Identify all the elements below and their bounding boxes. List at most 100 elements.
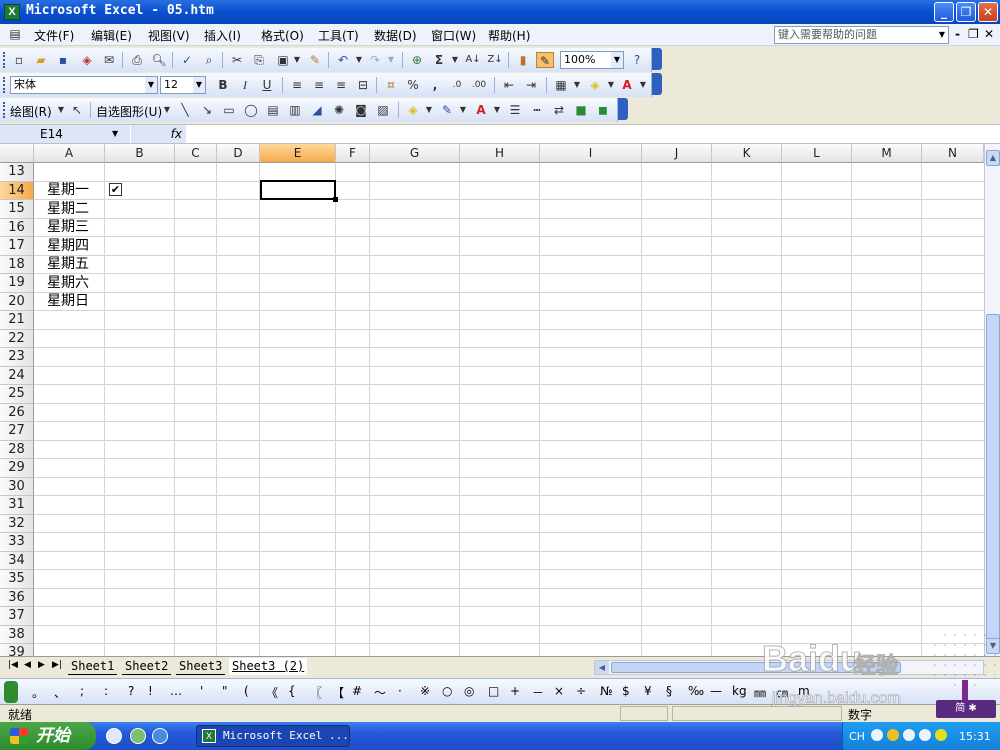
print-icon[interactable]: ⎙	[128, 52, 146, 68]
doc-close-button[interactable]: ✕	[984, 27, 994, 41]
line-icon[interactable]: ╲	[176, 102, 194, 118]
symbol-button[interactable]: —	[710, 684, 722, 698]
align-left-icon[interactable]: ≡	[288, 77, 306, 93]
copy-icon[interactable]: ⎘	[250, 52, 268, 68]
3d-style-icon[interactable]: ◼	[594, 102, 612, 118]
column-header-g[interactable]: G	[370, 144, 460, 163]
column-header-a[interactable]: A	[34, 144, 105, 163]
row-header-38[interactable]: 38	[0, 625, 34, 644]
symbol-button[interactable]: +	[510, 684, 520, 698]
row-header-39[interactable]: 39	[0, 644, 34, 656]
tray-arrow-icon[interactable]	[871, 729, 883, 741]
sheet-tab-sheet3[interactable]: Sheet3	[176, 658, 226, 675]
cell-a18[interactable]: 星期五	[47, 255, 89, 273]
toolbar-options-icon[interactable]	[618, 98, 628, 120]
symbol-button[interactable]: ¥	[644, 684, 652, 698]
column-header-k[interactable]: K	[712, 144, 782, 163]
symbol-button[interactable]: (	[244, 684, 249, 698]
language-indicator[interactable]: CH	[849, 730, 865, 743]
tray-shield-icon[interactable]	[903, 729, 915, 741]
comma-style-button[interactable]: ,	[426, 77, 444, 93]
row-header-27[interactable]: 27	[0, 422, 34, 441]
column-header-e[interactable]: E	[260, 144, 336, 163]
chevron-down-icon[interactable]: ▼	[288, 52, 306, 68]
row-header-22[interactable]: 22	[0, 329, 34, 348]
symbol-button[interactable]: ㎜	[754, 684, 766, 701]
font-select[interactable]: 宋体 ▼	[10, 76, 158, 94]
symbol-button[interactable]: m	[798, 684, 810, 698]
chevron-down-icon[interactable]: ▼	[488, 102, 506, 118]
tray-user-icon[interactable]	[887, 729, 899, 741]
insert-function-icon[interactable]: fx	[131, 125, 186, 143]
new-icon[interactable]: ▫	[10, 52, 28, 68]
menu-view[interactable]: 视图(V)	[148, 27, 190, 44]
row-header-30[interactable]: 30	[0, 477, 34, 496]
cell-a20[interactable]: 星期日	[47, 292, 89, 310]
merge-center-icon[interactable]: ⊟	[354, 77, 372, 93]
symbol-button[interactable]: ;	[80, 684, 84, 698]
help-question-box[interactable]: 键入需要帮助的问题 ▼	[774, 26, 949, 44]
scroll-down-icon[interactable]: ▼	[986, 638, 1000, 654]
scroll-up-icon[interactable]: ▲	[986, 150, 1000, 166]
toolbar-grip[interactable]	[3, 102, 6, 118]
menu-insert[interactable]: 插入(I)	[204, 27, 241, 44]
column-header-b[interactable]: B	[105, 144, 175, 163]
arrow-icon[interactable]: ↘	[198, 102, 216, 118]
row-header-26[interactable]: 26	[0, 403, 34, 422]
row-header-17[interactable]: 17	[0, 237, 34, 256]
close-button[interactable]: ✕	[978, 2, 998, 22]
symbol-button[interactable]: !	[148, 684, 153, 698]
hscroll-thumb[interactable]	[611, 662, 901, 673]
symbol-button[interactable]: :	[104, 684, 108, 698]
checkbox-b14[interactable]: ✔	[109, 183, 122, 196]
row-header-34[interactable]: 34	[0, 551, 34, 570]
toolbar-grip[interactable]	[3, 52, 6, 68]
symbol-button[interactable]: ◎	[464, 684, 474, 698]
start-button[interactable]: 开始	[0, 722, 96, 750]
toolbar-options-icon[interactable]	[652, 73, 662, 95]
symbol-button[interactable]: ㎝	[776, 684, 788, 701]
chart-wizard-icon[interactable]: ▮	[514, 52, 532, 68]
symbol-button[interactable]: "	[222, 684, 228, 698]
sort-ascending-icon[interactable]: A↓	[464, 52, 482, 68]
column-header-m[interactable]: M	[852, 144, 922, 163]
symbol-button[interactable]: ?	[128, 684, 134, 698]
vertical-textbox-icon[interactable]: ▥	[286, 102, 304, 118]
scroll-left-icon[interactable]: ◀	[595, 661, 609, 674]
dash-style-icon[interactable]: ┅	[528, 102, 546, 118]
clipart-icon[interactable]: ◙	[352, 102, 370, 118]
diagram-icon[interactable]: ✺	[330, 102, 348, 118]
sheet-tab-sheet3-2[interactable]: Sheet3 (2)	[229, 658, 308, 675]
symbol-button[interactable]: ÷	[576, 684, 586, 698]
formula-input[interactable]	[187, 125, 1000, 143]
row-header-15[interactable]: 15	[0, 200, 34, 219]
prev-sheet-icon[interactable]: ◀	[24, 660, 31, 670]
cell-a14[interactable]: 星期一	[47, 181, 89, 199]
symbol-button[interactable]: §	[666, 684, 672, 698]
row-header-16[interactable]: 16	[0, 218, 34, 237]
name-box[interactable]: E14 ▼	[0, 125, 130, 143]
toolbar-grip[interactable]	[4, 681, 18, 703]
chevron-down-icon[interactable]: ▼	[634, 77, 652, 93]
chevron-down-icon[interactable]: ▼	[936, 27, 948, 43]
chevron-down-icon[interactable]: ▼	[446, 52, 464, 68]
format-painter-icon[interactable]: ✎	[306, 52, 324, 68]
bold-button[interactable]: B	[214, 77, 232, 93]
row-header-19[interactable]: 19	[0, 274, 34, 293]
symbol-button[interactable]: 。	[32, 684, 44, 701]
chevron-down-icon[interactable]: ▼	[454, 102, 472, 118]
tray-plus-icon[interactable]	[935, 729, 947, 741]
italic-button[interactable]: I	[236, 77, 254, 93]
select-objects-icon[interactable]: ↖	[68, 102, 86, 118]
menu-format[interactable]: 格式(O)	[261, 27, 304, 44]
symbol-button[interactable]: 《	[266, 684, 278, 701]
cell-a16[interactable]: 星期三	[47, 218, 89, 236]
column-header-f[interactable]: F	[336, 144, 370, 163]
increase-indent-icon[interactable]: ⇥	[522, 77, 540, 93]
minimize-button[interactable]: _	[934, 2, 954, 22]
symbol-button[interactable]: －	[532, 684, 544, 701]
row-header-23[interactable]: 23	[0, 348, 34, 367]
row-header-25[interactable]: 25	[0, 385, 34, 404]
row-header-29[interactable]: 29	[0, 459, 34, 478]
tray-network-icon[interactable]	[919, 729, 931, 741]
